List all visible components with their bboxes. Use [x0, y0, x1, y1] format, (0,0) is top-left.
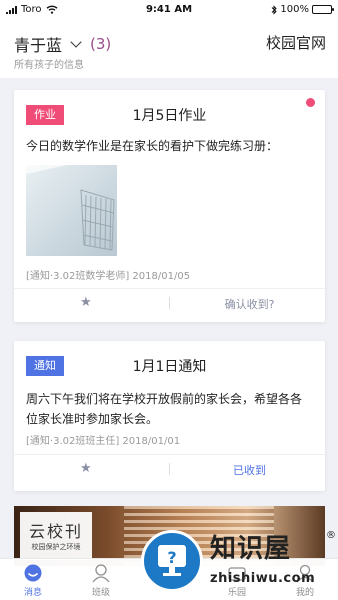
divider [169, 297, 170, 309]
tab-label: 乐园 [227, 588, 246, 598]
tab-class[interactable]: 班级 [71, 563, 131, 598]
card-actions: ★ 已收到 [14, 454, 325, 484]
message-card[interactable]: 通知 1月1日通知 周六下午我们将在学校开放假前的家长会，希望各各位家长准时参加… [14, 341, 325, 491]
tab-label: 消息 [23, 588, 42, 598]
unread-dot [306, 98, 315, 107]
chevron-down-icon [70, 36, 82, 48]
banner-subtitle: 校园保护之环境 [31, 543, 81, 551]
status-bar: Toro 9:41 AM 100% [0, 0, 338, 20]
class-icon [92, 564, 110, 583]
battery-percent: 100% [280, 4, 309, 15]
tab-label: 班级 [91, 588, 110, 598]
card-actions: ★ 确认收到? [14, 288, 325, 318]
watermark-brand: 知识屋 [210, 534, 292, 564]
banner-title: 云校刊 [28, 522, 83, 541]
battery-icon [312, 5, 334, 14]
child-selector[interactable]: 青于蓝 (3) [14, 32, 111, 56]
message-icon [24, 564, 42, 582]
header-subtitle: 所有孩子的信息 [14, 60, 84, 71]
card-meta: [通知·3.02班数学老师] 2018/01/05 [26, 271, 191, 282]
school-site-link[interactable]: 校园官网 [266, 32, 326, 53]
card-meta: [通知·3.02班班主任] 2018/01/01 [26, 436, 181, 447]
child-name: 青于蓝 [14, 36, 63, 55]
confirm-receipt-button[interactable]: 确认收到? [174, 296, 325, 312]
header: 青于蓝 (3) 校园官网 所有孩子的信息 [0, 20, 338, 78]
registered-mark: ® [326, 530, 336, 541]
card-title: 1月1日通知 [132, 359, 207, 375]
received-label: 已收到 [233, 464, 266, 477]
banner-logo: 云校刊 校园保护之环境 [20, 512, 92, 560]
watermark-logo: ? [141, 530, 203, 592]
child-count: (3) [90, 35, 112, 53]
card-body: 今日的数学作业是在家长的看护下做完练习册： [26, 139, 279, 153]
tab-label: 我的 [295, 588, 314, 598]
attachment-image[interactable] [26, 165, 117, 256]
card-body: 周六下午我们将在学校开放假前的家长会，希望各各位家长准时参加家长会。 [26, 392, 303, 426]
star-icon[interactable]: ★ [80, 461, 92, 476]
watermark-url: zhishiwu.com [210, 571, 316, 586]
star-icon[interactable]: ★ [80, 295, 92, 310]
divider [169, 463, 170, 475]
card-title: 1月5日作业 [132, 108, 207, 124]
watermark-glyph: ? [167, 548, 176, 567]
message-card[interactable]: 作业 1月5日作业 今日的数学作业是在家长的看护下做完练习册： [通知·3.02… [14, 90, 325, 322]
tab-messages[interactable]: 消息 [3, 563, 63, 598]
bluetooth-icon [272, 4, 278, 15]
